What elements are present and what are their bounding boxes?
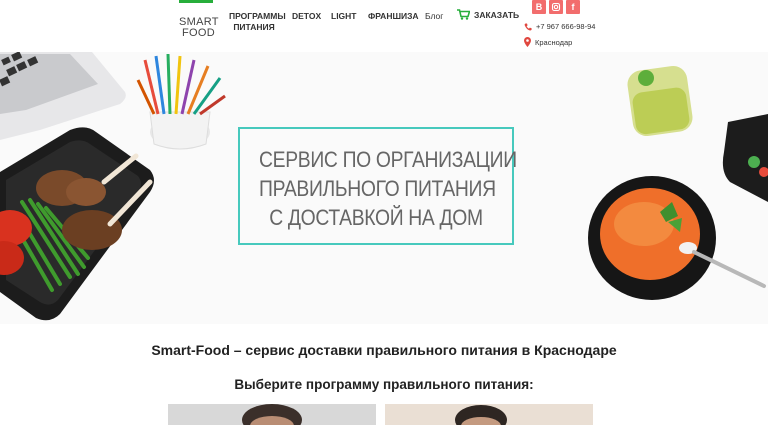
instagram-icon[interactable] <box>549 0 563 14</box>
facebook-icon[interactable]: f <box>566 0 580 14</box>
person-photo-2 <box>385 404 593 425</box>
logo[interactable]: SMART FOOD <box>179 0 219 40</box>
hero-banner: СЕРВИС ПО ОРГАНИЗАЦИИ ПРАВИЛЬНОГО ПИТАНИ… <box>0 52 768 324</box>
hero-headline-line3: С ДОСТАВКОЙ НА ДОМ <box>269 205 483 230</box>
program-card-image-2[interactable] <box>385 404 593 425</box>
hero-right-illustration <box>588 65 768 300</box>
nav-blog[interactable]: Блог <box>425 11 443 21</box>
juice-bottle-image <box>627 65 693 137</box>
nav-programs[interactable]: ПРОГРАММЫ ПИТАНИЯ <box>229 11 286 33</box>
page-tagline: Smart-Food – сервис доставки правильного… <box>151 342 617 358</box>
hero-left-illustration <box>0 52 226 321</box>
city-name: Краснодар <box>535 37 573 47</box>
logo-text-food: FOOD <box>182 27 215 39</box>
nav-programs-line1: ПРОГРАММЫ <box>229 11 286 21</box>
nav-detox[interactable]: DETOX <box>292 11 321 21</box>
hero-headline-line2: ПРАВИЛЬНОГО ПИТАНИЯ <box>259 176 496 201</box>
instagram-glyph-icon <box>551 2 561 12</box>
cart-icon <box>457 9 470 20</box>
phone-contact[interactable]: +7 967 666-98-94 <box>524 22 595 31</box>
location-pin-icon <box>524 37 531 47</box>
nav-order-label: ЗАКАЗАТЬ <box>474 9 520 20</box>
logo-accent-bar <box>179 0 213 3</box>
nav-programs-line2: ПИТАНИЯ <box>233 22 275 32</box>
food-tray-image <box>0 127 154 321</box>
person-photo-1 <box>168 404 376 425</box>
choose-program-heading: Выберите программу правильного питания: <box>234 377 534 392</box>
hero-headline-frame: СЕРВИС ПО ОРГАНИЗАЦИИ ПРАВИЛЬНОГО ПИТАНИ… <box>238 127 517 245</box>
city-selector[interactable]: Краснодар <box>524 37 572 47</box>
soup-bowl-image <box>588 176 766 300</box>
phone-icon <box>524 23 532 31</box>
nav-light[interactable]: LIGHT <box>331 11 357 21</box>
pencil-cup-image <box>136 53 226 150</box>
hero-headline-line1: СЕРВИС ПО ОРГАНИЗАЦИИ <box>259 147 517 172</box>
vk-icon[interactable]: B <box>532 0 546 14</box>
nav-order-button[interactable]: ЗАКАЗАТЬ <box>457 9 519 20</box>
laptop-image <box>0 52 126 140</box>
program-card-image-1[interactable] <box>168 404 376 425</box>
nav-franchise[interactable]: ФРАНШИЗА <box>368 11 419 21</box>
phone-number: +7 967 666-98-94 <box>536 22 596 31</box>
